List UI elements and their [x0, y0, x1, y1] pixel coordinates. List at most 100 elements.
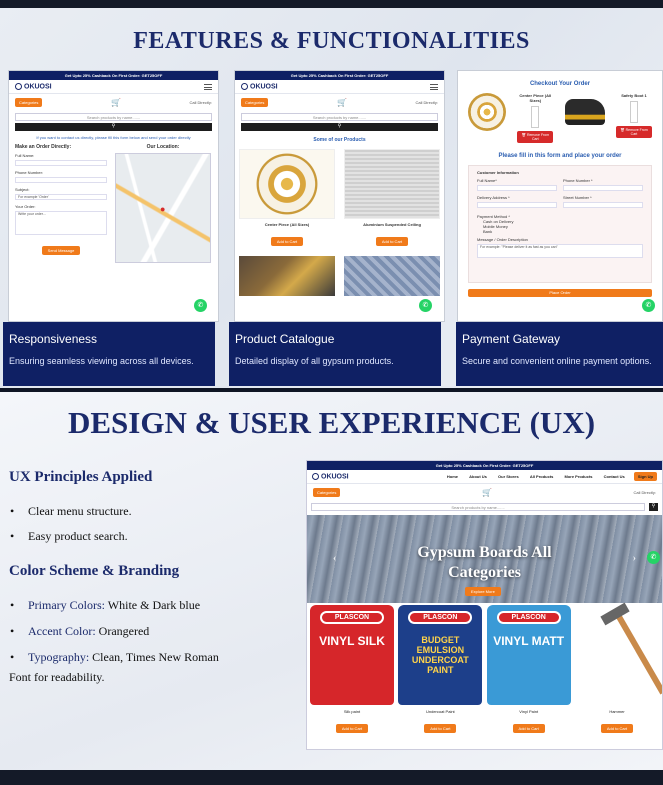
features-slide: FEATURES & FUNCTIONALITIES Get Upto 25% …	[0, 8, 663, 388]
call-directly[interactable]: Call Directly:	[634, 490, 656, 495]
add-to-cart-button[interactable]: Add to Cart	[424, 724, 457, 733]
brand-logo[interactable]: OKUOSI	[241, 82, 278, 90]
product-card[interactable]: PLASCON BUDGET EMULSION UNDERCOAT PAINT …	[398, 605, 483, 735]
search-button[interactable]: ⚲	[241, 123, 438, 131]
send-message-button[interactable]: Send Message	[41, 246, 81, 255]
product-card[interactable]: Aluminium Suspended Ceiling Add to Cart	[344, 149, 440, 248]
product-name: Hammer	[609, 709, 625, 714]
search-input[interactable]: Search products by name.......	[311, 503, 645, 511]
search-input[interactable]: Search products by name.......	[15, 113, 212, 121]
nav-stores[interactable]: Our Stores	[498, 474, 519, 479]
whatsapp-icon[interactable]: ✆	[642, 299, 655, 312]
search-icon: ⚲	[651, 504, 656, 509]
brand-logo[interactable]: OKUOSI	[312, 472, 349, 480]
menu-icon[interactable]	[430, 83, 438, 90]
category-row: Categories 🛒 Call Directly:	[307, 484, 662, 501]
payment-gateway-screenshot: Checkout Your Order Center Piece (All Si…	[457, 70, 663, 322]
categories-button[interactable]: Categories	[241, 98, 269, 107]
product-card[interactable]: PLASCON VINYL MATT Vinyl Paint Add to Ca…	[486, 605, 571, 735]
cart-item-name: Center Piece (All Sizes)	[519, 93, 552, 103]
add-to-cart-button[interactable]: Add to Cart	[375, 237, 409, 246]
product-name: Vinyl Paint	[519, 709, 539, 714]
hammer-image	[575, 602, 662, 705]
nav-home[interactable]: Home	[447, 474, 458, 479]
cart-icon[interactable]: 🛒	[337, 98, 347, 107]
categories-button[interactable]: Categories	[313, 488, 341, 497]
call-directly[interactable]: Call Directly:	[190, 100, 212, 105]
carousel-prev-icon[interactable]: ‹	[333, 553, 336, 564]
remove-from-cart-button[interactable]: 🗑 Remove From Cart	[517, 131, 554, 143]
center-piece-image	[239, 149, 335, 219]
remove-from-cart-button[interactable]: 🗑 Remove From Cart	[615, 126, 652, 138]
product-card[interactable]: Center Piece (All Sizes) Add to Cart	[239, 149, 335, 248]
product-image	[344, 256, 440, 296]
ceiling-panel-image	[344, 149, 440, 219]
location-map[interactable]: ●	[115, 153, 211, 263]
contact-note: If you want to contact us directly, plea…	[36, 135, 191, 140]
cart-icon[interactable]: 🛒	[482, 488, 492, 497]
nav-more-products[interactable]: More Products	[565, 474, 593, 479]
explore-more-button[interactable]: Explore More	[465, 587, 501, 596]
ux-point: • Clear menu structure.	[10, 504, 132, 518]
bottom-divider	[0, 770, 663, 785]
field-label: Your Order:	[15, 204, 36, 209]
search-icon: ⚲	[111, 124, 116, 129]
logo-icon	[15, 82, 22, 90]
add-to-cart-button[interactable]: Add to Cart	[335, 724, 369, 733]
slide-title: DESIGN & USER EXPERIENCE (UX)	[67, 405, 596, 440]
menu-icon[interactable]	[204, 83, 212, 90]
order-form: Customer Information Full Name* Phone Nu…	[468, 165, 652, 283]
message-label: Message / Order Description	[477, 237, 528, 242]
add-to-cart-button[interactable]: Add to Cart	[512, 724, 545, 733]
phone-field[interactable]	[15, 177, 107, 183]
sign-up-button[interactable]: Sign Up	[633, 472, 657, 481]
responsiveness-screenshot: Get Upto 25% Cashback On First Order: GE…	[8, 70, 219, 322]
payment-option[interactable]: Bank	[477, 229, 643, 234]
field-label: Street Number *	[563, 195, 592, 200]
ux-point: • Easy product search.	[10, 529, 128, 543]
order-textarea[interactable]: Write your order...	[15, 211, 107, 235]
primary-colors: • Primary Colors: White & Dark blue	[10, 598, 201, 612]
phone-field[interactable]	[563, 185, 643, 191]
qty-stepper[interactable]	[531, 106, 540, 128]
field-label: Full Name*	[477, 178, 497, 183]
nav-all-products[interactable]: All Products	[530, 474, 554, 479]
call-directly[interactable]: Call Directly:	[416, 100, 438, 105]
brand-logo[interactable]: OKUOSI	[15, 82, 52, 90]
categories-button[interactable]: Categories	[15, 98, 43, 107]
search-button[interactable]: ⚲	[649, 503, 658, 511]
field-label: Phone Number:	[15, 170, 44, 175]
product-card[interactable]: Hammer Add to Cart	[575, 602, 662, 735]
street-field[interactable]	[563, 202, 643, 208]
place-order-button[interactable]: Place Order	[468, 289, 652, 297]
add-to-cart-button[interactable]: Add to Cart	[600, 724, 634, 733]
field-label: Delivery Address *	[477, 195, 510, 200]
nav-about[interactable]: About Us	[469, 474, 487, 479]
caption-title: Payment Gateway	[462, 332, 561, 346]
promo-bar: Get Upto 25% Cashback On First Order: GE…	[235, 71, 444, 80]
address-field[interactable]	[477, 202, 557, 208]
caption-payment-gateway: Payment Gateway Secure and convenient on…	[456, 322, 663, 386]
paint-can-image: PLASCON VINYL MATT	[486, 605, 571, 705]
message-textarea[interactable]: For example: "Please deliver it as fast …	[477, 244, 643, 258]
desktop-homepage-screenshot: Get Upto 25% Cashback On First Order: GE…	[306, 460, 663, 750]
center-piece-thumb	[468, 93, 506, 131]
cart-icon[interactable]: 🛒	[111, 98, 121, 107]
search-input[interactable]: Search products by name.......	[241, 113, 438, 121]
full-name-field[interactable]	[477, 185, 557, 191]
add-to-cart-button[interactable]: Add to Cart	[270, 237, 304, 246]
whatsapp-icon[interactable]: ✆	[647, 551, 660, 564]
whatsapp-icon[interactable]: ✆	[419, 299, 432, 312]
search-icon: ⚲	[337, 124, 342, 129]
full-name-field[interactable]	[15, 160, 107, 166]
caption-product-catalogue: Product Catalogue Detailed display of al…	[229, 322, 441, 386]
whatsapp-icon[interactable]: ✆	[194, 299, 207, 312]
search-button[interactable]: ⚲	[15, 123, 212, 131]
subject-field[interactable]: For example 'Order'	[15, 194, 107, 200]
carousel-next-icon[interactable]: ›	[633, 553, 636, 564]
product-card[interactable]: PLASCON VINYL SILK Silk paint Add to Car…	[310, 605, 394, 735]
nav-contact[interactable]: Contact Us	[604, 474, 625, 479]
typography-cont: Font for readability.	[9, 670, 105, 684]
location-heading: Our Location:	[146, 144, 180, 150]
qty-stepper[interactable]	[629, 101, 638, 123]
